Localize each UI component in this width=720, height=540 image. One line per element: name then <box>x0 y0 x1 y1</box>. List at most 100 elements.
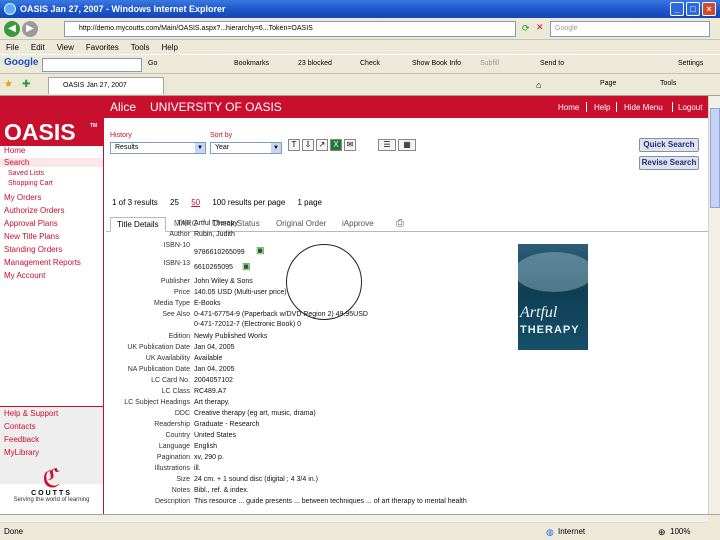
field-lc-subject-label: LC Subject Headings <box>124 399 190 406</box>
hide-menu-link[interactable]: Hide Menu <box>624 103 663 112</box>
cover-whale-graphic <box>518 252 588 292</box>
nav-management-reports[interactable]: Management Reports <box>4 258 81 267</box>
address-bar[interactable]: http://demo.mycoutts.com/Main/OASIS.aspx… <box>64 21 516 37</box>
nav-help-support[interactable]: Help & Support <box>4 409 58 418</box>
email-icon[interactable]: ✉ <box>344 139 356 151</box>
result-count: 1 of 3 results <box>112 198 158 207</box>
coutts-tagline: Serving the world of learning <box>13 497 90 503</box>
menu-view[interactable]: View <box>57 43 74 52</box>
revise-search-button[interactable]: Revise Search <box>639 156 699 170</box>
history-select[interactable]: Results ▼ <box>110 142 206 154</box>
stop-icon[interactable]: ✕ <box>536 22 544 33</box>
history-label: History <box>110 132 132 139</box>
tools-menu[interactable]: Tools <box>660 80 676 87</box>
quick-search-button[interactable]: Quick Search <box>639 138 699 152</box>
nav-new-title-plans[interactable]: New Title Plans <box>4 232 59 241</box>
page-menu[interactable]: Page <box>600 80 616 87</box>
copy-isbn-icon[interactable]: ▣ <box>242 261 251 272</box>
close-button[interactable]: × <box>702 2 716 16</box>
field-see-also-2[interactable]: 0-471-72012-7 (Electronic Book) 0 <box>194 321 301 328</box>
nav-saved-lists[interactable]: Saved Lists <box>8 170 44 177</box>
field-author-label: Author <box>169 231 190 238</box>
menu-help[interactable]: Help <box>161 43 177 52</box>
url-text: http://demo.mycoutts.com/Main/OASIS.aspx… <box>79 25 313 32</box>
menu-file[interactable]: File <box>6 43 19 52</box>
text-icon[interactable]: T <box>288 139 300 151</box>
horizontal-scrollbar[interactable] <box>0 515 708 523</box>
scrollbar-thumb[interactable] <box>710 108 720 208</box>
minimize-button[interactable]: _ <box>670 2 684 16</box>
field-ddc: Creative therapy (eg art, music, drama) <box>194 410 316 417</box>
field-readership: Graduate - Research <box>194 421 260 428</box>
home-icon[interactable]: ⌂ <box>536 80 541 90</box>
copy-isbn-icon[interactable]: ▣ <box>256 245 265 256</box>
print-icon[interactable]: ⎙ <box>390 217 410 232</box>
menu-favorites[interactable]: Favorites <box>86 43 119 52</box>
tab-original-order[interactable]: Original Order <box>270 217 332 232</box>
subfill-button[interactable]: Subfill <box>480 60 499 67</box>
status-text: Done <box>4 527 24 536</box>
search-input[interactable]: Google <box>550 21 710 37</box>
menu-tools[interactable]: Tools <box>131 43 150 52</box>
refresh-icon[interactable]: ⟳ <box>522 23 530 34</box>
field-country-label: Country <box>165 432 190 439</box>
oasis-logo[interactable]: OASIS TM <box>0 118 104 146</box>
search-placeholder: Google <box>555 25 578 32</box>
field-see-also-label: See Also <box>162 311 190 318</box>
field-uk-avail-label: UK Availability <box>145 355 190 362</box>
go-button[interactable]: Go <box>148 60 157 67</box>
logout-link[interactable]: Logout <box>678 103 702 112</box>
browser-tab-oasis[interactable]: OASIS Jan 27, 2007 <box>48 77 164 94</box>
maximize-button[interactable]: □ <box>686 2 700 16</box>
popup-blocked-button[interactable]: 23 blocked <box>298 60 332 67</box>
per-page-100[interactable]: 100 results per page <box>212 198 285 207</box>
send-to-button[interactable]: Send to <box>540 60 564 67</box>
bookmarks-button[interactable]: Bookmarks <box>234 60 269 67</box>
nav-contacts[interactable]: Contacts <box>4 422 36 431</box>
favorites-star-icon[interactable]: ★ <box>4 79 13 90</box>
per-page-50[interactable]: 50 <box>191 198 200 207</box>
nav-authorize-orders[interactable]: Authorize Orders <box>4 206 64 215</box>
field-uk-pub: Jan 04, 2005 <box>194 344 235 351</box>
field-format-label: Media Type <box>153 300 190 307</box>
nav-mylibrary[interactable]: MyLibrary <box>4 448 39 457</box>
forward-button[interactable]: ▶ <box>22 21 38 37</box>
ie-icon <box>4 3 16 15</box>
zoom-level[interactable]: 100% <box>670 527 690 536</box>
field-lc-card: 2004057102 <box>194 377 233 384</box>
nav-my-account[interactable]: My Account <box>4 271 45 280</box>
grid-icon[interactable]: ▦ <box>398 139 416 151</box>
list-icon[interactable]: ☰ <box>378 139 396 151</box>
field-description: This resource ... guide presents ... bet… <box>194 498 467 505</box>
nav-my-orders[interactable]: My Orders <box>4 193 41 202</box>
window-title-bar: OASIS Jan 27, 2007 - Windows Internet Ex… <box>0 0 720 18</box>
home-link[interactable]: Home <box>558 103 579 112</box>
per-page-25[interactable]: 25 <box>170 198 179 207</box>
field-description-label: Description <box>154 498 190 505</box>
nav-feedback[interactable]: Feedback <box>4 435 39 444</box>
show-book-info-button[interactable]: Show Book Info <box>412 60 461 67</box>
export-icon[interactable]: ↗ <box>316 139 328 151</box>
add-favorites-icon[interactable]: ✚ <box>22 79 30 90</box>
menu-edit[interactable]: Edit <box>31 43 45 52</box>
check-button[interactable]: Check <box>360 60 380 67</box>
settings-button[interactable]: Settings <box>678 60 703 67</box>
save-icon[interactable]: ⇩ <box>302 139 314 151</box>
excel-icon[interactable]: X <box>330 139 342 151</box>
vertical-scrollbar[interactable] <box>708 96 720 514</box>
nav-approval-plans[interactable]: Approval Plans <box>4 219 58 228</box>
nav-home[interactable]: Home <box>4 146 25 155</box>
page-count: 1 page <box>297 198 322 207</box>
tab-iapprove[interactable]: iApprove <box>336 217 380 232</box>
back-button[interactable]: ◀ <box>4 21 20 37</box>
nav-shopping-cart[interactable]: Shopping Cart <box>8 180 53 187</box>
sortby-select[interactable]: Year ▼ <box>210 142 282 154</box>
book-cover-image[interactable]: Artful THERAPY <box>518 244 588 350</box>
help-link[interactable]: Help <box>594 103 610 112</box>
zoom-icon[interactable]: ⊕ <box>658 527 666 538</box>
google-search-input[interactable] <box>42 58 142 72</box>
nav-search[interactable]: Search <box>0 158 103 167</box>
history-value: Results <box>115 144 139 151</box>
coutts-mark-icon: ℭ <box>42 464 61 493</box>
nav-standing-orders[interactable]: Standing Orders <box>4 245 62 254</box>
